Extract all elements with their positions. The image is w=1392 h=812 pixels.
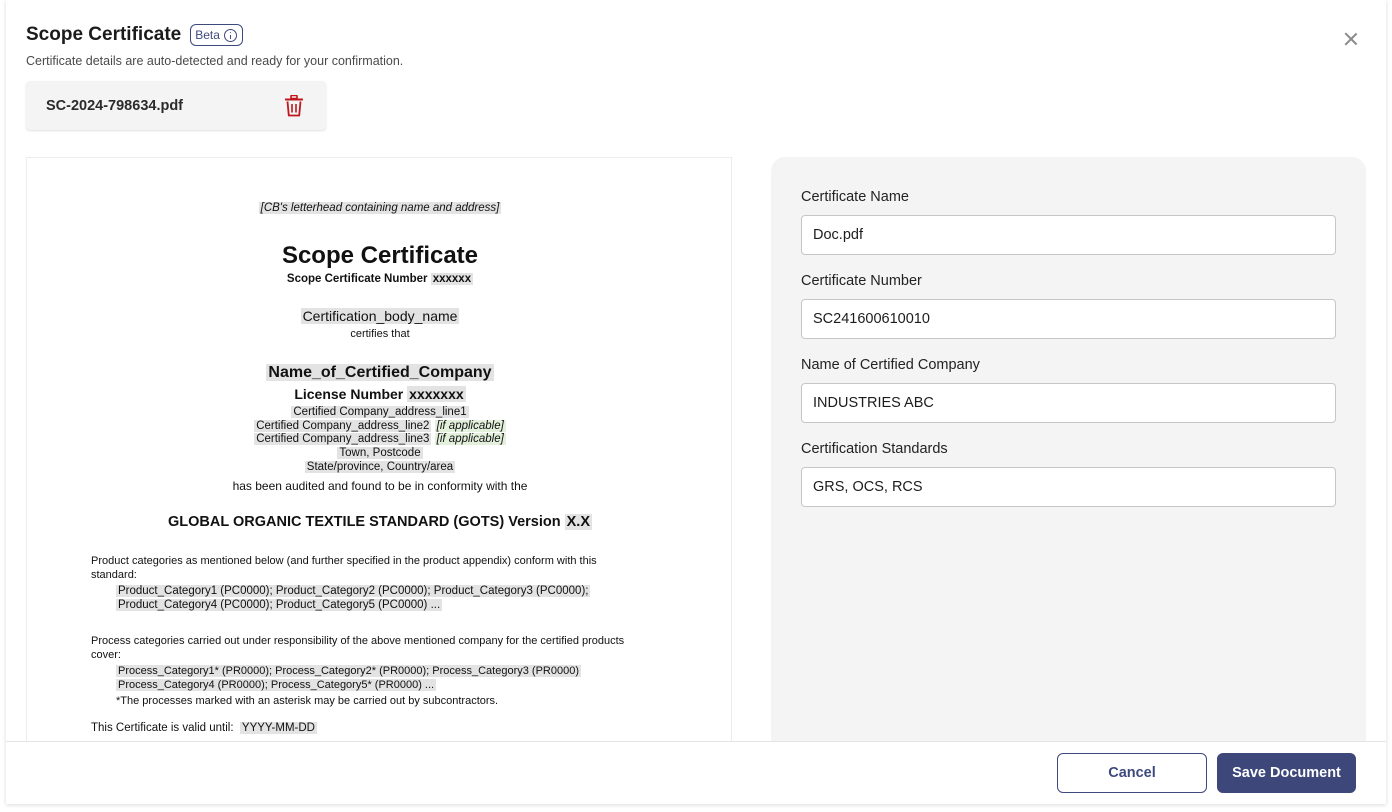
certificate-number-field: Certificate Number (801, 273, 1336, 339)
title-row: Scope Certificate Beta (26, 24, 403, 46)
doc-license-value: xxxxxxx (407, 386, 466, 402)
save-document-button[interactable]: Save Document (1217, 753, 1356, 793)
doc-product-intro: Product categories as mentioned below (a… (91, 555, 597, 581)
certificate-number-input[interactable] (801, 299, 1336, 339)
doc-product-list: Product_Category1 (PC0000); Product_Cate… (116, 584, 591, 612)
doc-process-line-2: Process_Category4 (PR0000); Process_Cate… (116, 679, 437, 691)
doc-valid-label: This Certificate is valid until: (91, 722, 234, 734)
info-icon[interactable] (223, 28, 237, 42)
file-name: SC-2024-798634.pdf (46, 97, 184, 114)
close-icon[interactable] (1342, 30, 1360, 48)
company-name-label: Name of Certified Company (801, 357, 980, 373)
uploaded-file-chip: SC-2024-798634.pdf (26, 81, 326, 130)
doc-audited: has been audited and found to be in conf… (232, 479, 528, 493)
doc-process-list: Process_Category1* (PR0000); Process_Cat… (116, 664, 582, 692)
doc-state: State/province, Country/area (304, 460, 456, 473)
document-preview[interactable]: [CB's letterhead containing name and add… (26, 157, 732, 757)
scope-certificate-modal: Scope Certificate Beta Certificate detai… (6, 0, 1386, 804)
doc-product-line-1: Product_Category1 (PC0000); Product_Cate… (116, 585, 591, 597)
doc-version: X.X (564, 514, 592, 530)
modal-footer: Cancel Save Document (6, 741, 1386, 804)
doc-address-1: Certified Company_address_line1 (291, 406, 469, 418)
doc-standard-line: GLOBAL ORGANIC TEXTILE STANDARD (GOTS) V… (27, 514, 731, 530)
doc-address-3: Certified Company_address_line3 (254, 433, 432, 446)
doc-process-line-1: Process_Category1* (PR0000); Process_Cat… (116, 665, 582, 677)
doc-valid-value: YYYY-MM-DD (239, 722, 317, 734)
company-name-input[interactable] (801, 383, 1336, 423)
certificate-name-field: Certificate Name (801, 189, 1336, 255)
certification-standards-input[interactable] (801, 467, 1336, 507)
modal-title: Scope Certificate (26, 24, 182, 45)
doc-if-applicable-3: [if applicable] (434, 433, 506, 446)
company-name-field: Name of Certified Company (801, 357, 1336, 423)
doc-title: Scope Certificate (281, 242, 479, 269)
trash-icon[interactable] (284, 95, 304, 117)
doc-process-intro: Process categories carried out under res… (91, 635, 625, 661)
certificate-name-label: Certificate Name (801, 189, 909, 205)
modal-subtitle: Certificate details are auto-detected an… (26, 54, 404, 68)
certificate-details-form: Certificate Name Certificate Number Name… (771, 157, 1366, 777)
doc-license-label: License Number (294, 386, 404, 402)
beta-badge-label: Beta (195, 28, 220, 42)
cancel-button[interactable]: Cancel (1057, 753, 1207, 793)
doc-company: Name_of_Certified_Company (266, 364, 494, 381)
modal-header: Scope Certificate Beta Certificate detai… (26, 24, 403, 68)
certificate-number-label: Certificate Number (801, 273, 922, 289)
doc-certifies: certifies that (350, 328, 410, 340)
doc-standard: GLOBAL ORGANIC TEXTILE STANDARD (GOTS) V… (168, 514, 561, 530)
certification-standards-label: Certification Standards (801, 441, 948, 457)
certificate-name-input[interactable] (801, 215, 1336, 255)
doc-number-value: xxxxxx (430, 273, 474, 285)
doc-if-applicable-2: [if applicable] (434, 419, 506, 432)
doc-product-line-2: Product_Category4 (PC0000); Product_Cate… (116, 599, 443, 611)
doc-number-line: Scope Certificate Number xxxxxx (27, 273, 731, 285)
doc-address-block: Certified Company_address_line1 Certifie… (27, 406, 731, 475)
doc-letterhead: [CB's letterhead containing name and add… (258, 202, 502, 214)
doc-asterisk-note: *The processes marked with an asterisk m… (116, 695, 499, 707)
doc-license-line: License Number xxxxxxx (27, 386, 731, 402)
certification-standards-field: Certification Standards (801, 441, 1336, 507)
doc-number-label: Scope Certificate Number (286, 273, 428, 285)
doc-address-2: Certified Company_address_line2 (254, 419, 432, 432)
doc-valid-line: This Certificate is valid until: YYYY-MM… (91, 722, 317, 734)
doc-cert-body: Certification_body_name (300, 308, 460, 324)
doc-town: Town, Postcode (337, 447, 423, 460)
beta-badge[interactable]: Beta (190, 24, 243, 46)
